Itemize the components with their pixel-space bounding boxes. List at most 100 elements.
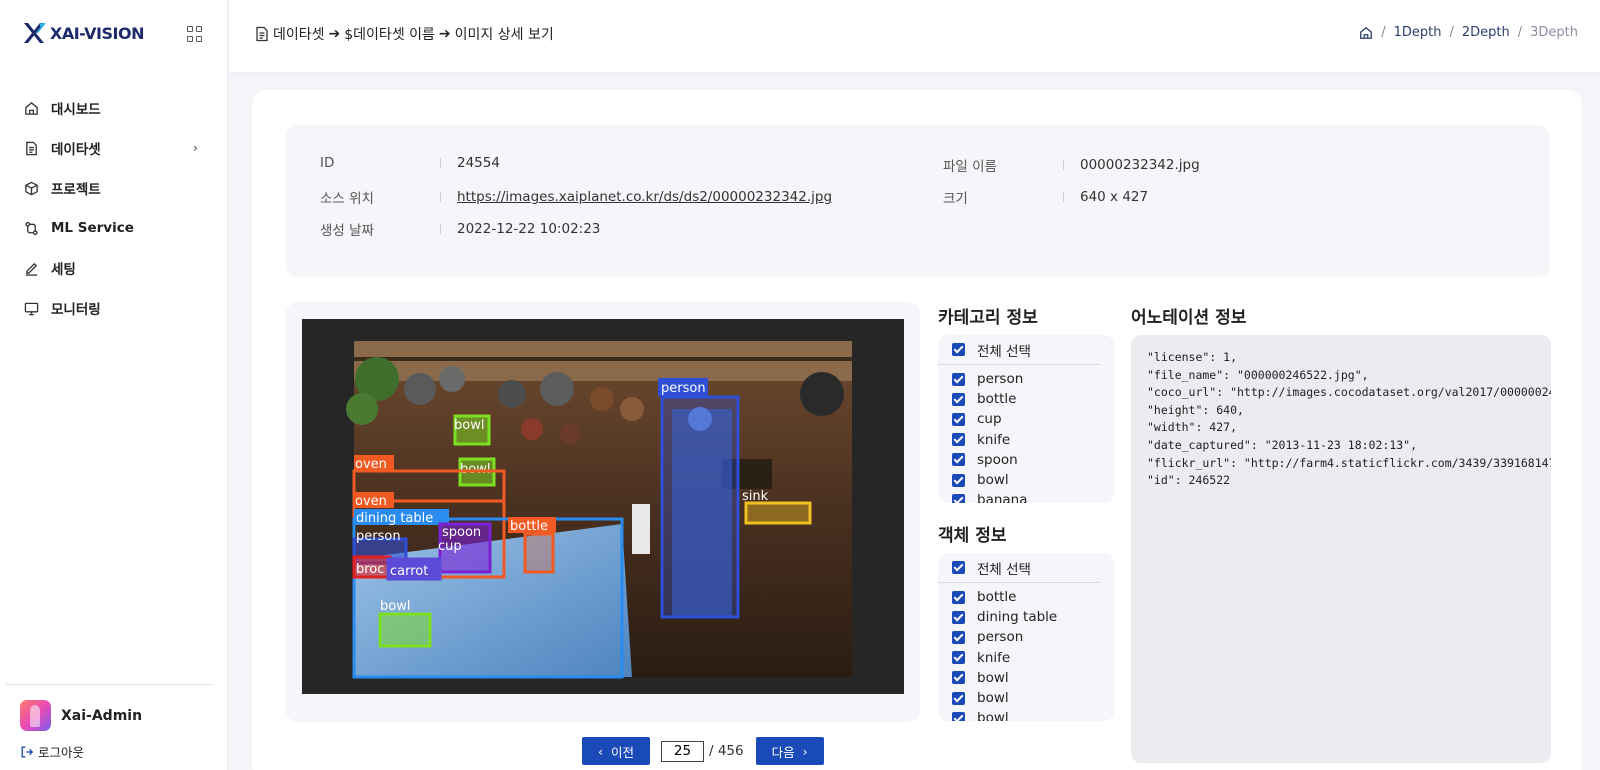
info-label: 크기 xyxy=(943,191,968,207)
object-title: 객체 정보 xyxy=(938,526,1007,546)
checkbox-checked-icon[interactable] xyxy=(952,671,965,685)
object-item[interactable]: bottle xyxy=(938,587,1114,607)
checkbox-checked-icon[interactable] xyxy=(952,711,965,721)
category-item[interactable]: person xyxy=(938,369,1114,389)
category-select-all[interactable]: 전체 선택 xyxy=(938,335,1100,365)
breadcrumb-separator: / xyxy=(1449,25,1454,40)
object-item-label: bowl xyxy=(977,669,1009,686)
title-part-dataset: 데이타셋 xyxy=(273,27,325,43)
sidebar-item-project[interactable]: 프로젝트 xyxy=(0,168,228,208)
info-row-id: ID 24554 xyxy=(320,155,500,171)
sidebar-item-settings[interactable]: 세팅 xyxy=(0,248,228,288)
next-button[interactable]: 다음 › xyxy=(755,737,824,765)
annotation-line: "file_name": "000000246522.jpg", xyxy=(1147,367,1369,382)
checkbox-checked-icon[interactable] xyxy=(952,392,965,406)
info-row-size: 크기 640 x 427 xyxy=(943,187,1148,207)
chevron-right-icon[interactable]: › xyxy=(193,141,198,155)
brand-logo[interactable]: XAI-VISION xyxy=(22,20,144,46)
sidebar-item-label: 모니터링 xyxy=(51,302,101,318)
category-item-label: banana xyxy=(977,492,1028,503)
object-item[interactable]: dining table xyxy=(938,607,1114,627)
svg-text:bowl: bowl xyxy=(380,599,410,614)
checkbox-checked-icon[interactable] xyxy=(952,630,965,644)
category-item[interactable]: spoon xyxy=(938,450,1114,470)
breadcrumb-item[interactable]: 2Depth xyxy=(1462,25,1510,40)
category-item[interactable]: bottle xyxy=(938,389,1114,409)
sidebar-item-label: 세팅 xyxy=(51,262,76,278)
annotation-text: "license": 1, "file_name": "000000246522.… xyxy=(1131,335,1551,490)
logout-label: 로그아웃 xyxy=(38,745,85,760)
checkbox-checked-icon[interactable] xyxy=(952,561,965,574)
checkbox-checked-icon[interactable] xyxy=(952,372,965,386)
logout-button[interactable]: 로그아웃 xyxy=(20,742,84,761)
checkbox-checked-icon[interactable] xyxy=(952,453,965,467)
home-icon[interactable] xyxy=(1359,26,1373,40)
annotation-title: 어노테이션 정보 xyxy=(1131,308,1247,328)
chevron-left-icon: ‹ xyxy=(597,743,603,759)
annotation-line: "id": 246522 xyxy=(1147,473,1231,488)
annotation-json-view[interactable]: "license": 1, "file_name": "000000246522.… xyxy=(1131,335,1551,763)
checkbox-checked-icon[interactable] xyxy=(952,691,965,705)
object-item[interactable]: bowl xyxy=(938,668,1114,688)
svg-text:oven: oven xyxy=(355,457,387,472)
object-item[interactable]: person xyxy=(938,627,1114,647)
category-title: 카테고리 정보 xyxy=(938,308,1038,328)
object-item[interactable]: knife xyxy=(938,648,1114,668)
checkbox-checked-icon[interactable] xyxy=(952,412,965,426)
next-label: 다음 xyxy=(771,744,795,760)
checkbox-checked-icon[interactable] xyxy=(952,343,965,356)
checkbox-checked-icon[interactable] xyxy=(952,651,965,665)
info-label: 파일 이름 xyxy=(943,159,997,175)
category-item[interactable]: banana xyxy=(938,490,1114,503)
checkbox-checked-icon[interactable] xyxy=(952,473,965,487)
annotation-line: "flickr_url": "http://farm4.staticflickr… xyxy=(1147,455,1551,470)
annotation-line: "date_captured": "2013-11-23 18:02:13", xyxy=(1147,437,1418,452)
sidebar-item-dataset[interactable]: 데이타셋 › xyxy=(0,128,228,168)
info-divider xyxy=(1063,160,1064,170)
info-value: 2022-12-22 10:02:23 xyxy=(457,221,601,237)
category-item[interactable]: cup xyxy=(938,409,1114,429)
monitor-icon xyxy=(24,302,39,315)
page-title: 데이타셋 ➔ $데이타셋 이름 ➔ 이미지 상세 보기 xyxy=(255,24,554,44)
checkbox-checked-icon[interactable] xyxy=(952,493,965,503)
breadcrumb-item[interactable]: 1Depth xyxy=(1394,25,1442,40)
object-item[interactable]: bowl xyxy=(938,708,1114,721)
object-item[interactable]: bowl xyxy=(938,688,1114,708)
git-branch-icon xyxy=(25,221,38,235)
sidebar-item-ml-service[interactable]: ML Service xyxy=(0,208,228,248)
svg-text:person: person xyxy=(356,529,401,544)
svg-text:bowl: bowl xyxy=(454,418,484,433)
prev-button[interactable]: ‹ 이전 xyxy=(582,737,650,765)
sidebar-item-dashboard[interactable]: 대시보드 xyxy=(0,88,228,128)
sidebar: XAI-VISION 대시보드 데이타셋 › 프로젝트 ML Service 세… xyxy=(0,0,228,770)
category-item[interactable]: knife xyxy=(938,430,1114,450)
kitchen-scene-image: person bowl bowl oven oven dining table … xyxy=(302,319,904,694)
user-profile[interactable]: Xai-Admin xyxy=(20,700,142,731)
logout-icon xyxy=(21,746,34,757)
svg-text:carrot: carrot xyxy=(390,564,428,579)
arrow-right-icon: ➔ xyxy=(328,26,341,42)
sidebar-item-label: 프로젝트 xyxy=(51,182,101,198)
page-total: / 456 xyxy=(709,743,744,759)
breadcrumb-separator: / xyxy=(1381,25,1386,40)
annotation-line: "height": 640, xyxy=(1147,402,1244,417)
document-icon xyxy=(26,141,37,155)
home-icon xyxy=(25,101,38,115)
checkbox-checked-icon[interactable] xyxy=(952,433,965,447)
svg-text:dining table: dining table xyxy=(356,511,433,526)
object-item-label: bowl xyxy=(977,710,1009,721)
info-divider xyxy=(440,224,441,234)
page-number-input[interactable] xyxy=(661,740,704,762)
top-header: 데이타셋 ➔ $데이타셋 이름 ➔ 이미지 상세 보기 / 1Depth / 2… xyxy=(229,0,1600,72)
app-grid-icon[interactable] xyxy=(187,26,203,42)
category-item[interactable]: bowl xyxy=(938,470,1114,490)
checkbox-checked-icon[interactable] xyxy=(952,590,965,604)
checkbox-checked-icon[interactable] xyxy=(952,610,965,624)
object-select-all[interactable]: 전체 선택 xyxy=(938,553,1100,583)
info-row-created: 생성 날짜 2022-12-22 10:02:23 xyxy=(320,219,600,239)
source-url-link[interactable]: https://images.xaiplanet.co.kr/ds/ds2/00… xyxy=(457,189,832,205)
category-item-label: spoon xyxy=(977,451,1018,468)
annotated-image[interactable]: person bowl bowl oven oven dining table … xyxy=(302,319,904,694)
object-item-label: person xyxy=(977,629,1024,646)
sidebar-item-monitoring[interactable]: 모니터링 xyxy=(0,288,228,328)
